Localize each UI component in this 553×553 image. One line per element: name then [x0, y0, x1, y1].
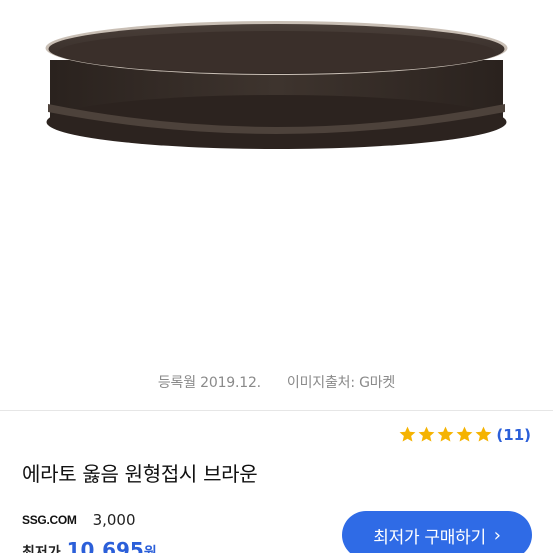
review-count[interactable]: (11) [496, 426, 531, 444]
registered-date: 등록월 2019.12. [157, 375, 261, 391]
chevron-right-icon: › [493, 524, 501, 546]
star-icon [456, 426, 473, 442]
seller-logo: SSG.COM [22, 513, 77, 527]
star-icon [475, 426, 492, 442]
rating-stars [398, 425, 493, 444]
buy-lowest-price-button[interactable]: 최저가 구매하기 › [342, 511, 532, 553]
product-image[interactable] [0, 0, 553, 355]
image-meta: 등록월 2019.12. 이미지출처: G마켓 [0, 372, 553, 392]
seller-price: 3,000 [92, 511, 136, 529]
lowest-price-value: 10,695 [66, 538, 144, 553]
star-icon [418, 426, 435, 442]
star-icon [437, 426, 454, 442]
plate-image [45, 21, 508, 149]
product-title: 에라토 옳음 원형접시 브라운 [22, 462, 258, 486]
lowest-price-label: 최저가 [22, 545, 61, 553]
lowest-price-unit: 원 [143, 545, 157, 553]
image-source: 이미지출처: G마켓 [286, 375, 396, 391]
seller-row[interactable]: SSG.COM 3,000 [22, 511, 136, 529]
divider [0, 410, 553, 411]
star-icon [399, 426, 416, 442]
lowest-price-row: 최저가 10,695 원 [22, 538, 157, 553]
buy-button-label: 최저가 구매하기 [373, 527, 486, 548]
rating[interactable]: (11) [398, 425, 531, 444]
